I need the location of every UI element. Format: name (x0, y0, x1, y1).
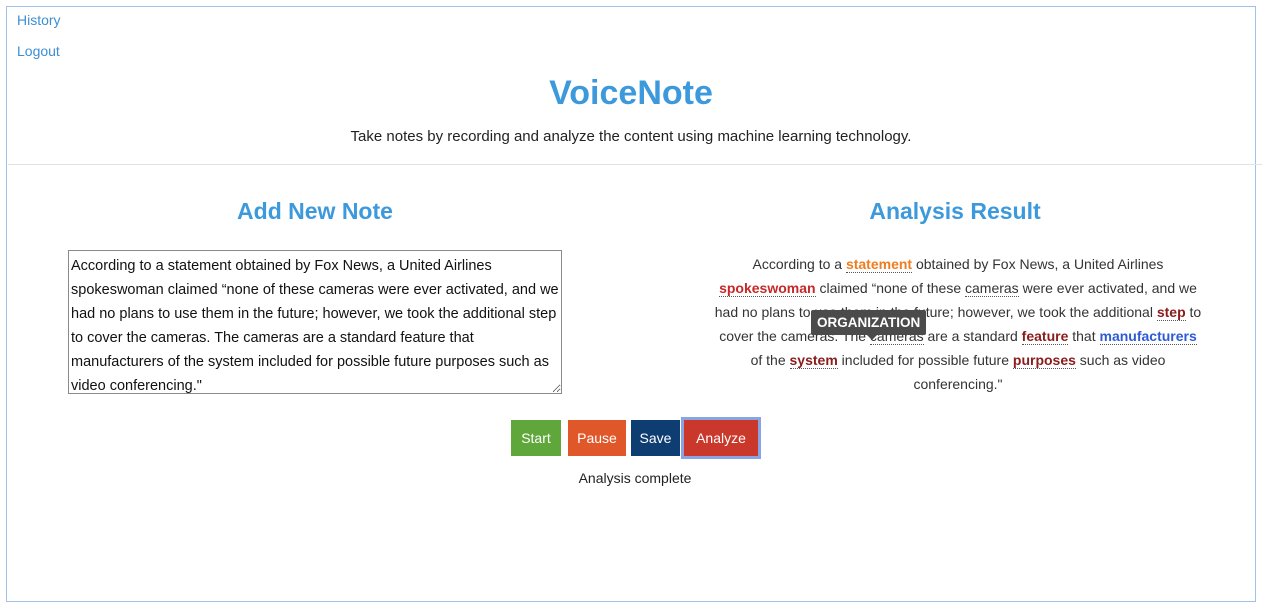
entity-highlight[interactable]: system (789, 352, 838, 369)
status-message: Analysis complete (578, 470, 692, 486)
header-divider (8, 164, 1262, 165)
add-note-title: Add New Note (237, 198, 393, 224)
entity-highlight[interactable]: cameras (965, 280, 1019, 297)
entity-highlight[interactable]: step (1156, 304, 1186, 321)
nav-logout-link[interactable]: Logout (17, 43, 60, 59)
entity-highlight[interactable]: feature (1021, 328, 1069, 345)
analysis-result-text: According to a statement obtained by Fox… (712, 252, 1204, 396)
entity-highlight[interactable]: statement (845, 256, 913, 273)
nav-history-link[interactable]: History (17, 12, 61, 28)
app-title: VoiceNote (549, 74, 713, 112)
note-textarea[interactable] (68, 250, 562, 394)
analysis-result-title: Analysis Result (869, 198, 1041, 224)
entity-highlight[interactable]: purposes (1012, 352, 1076, 369)
result-text-segment: of the (750, 352, 790, 368)
result-text-segment: are a standard (923, 328, 1022, 344)
app-subtitle: Take notes by recording and analyze the … (350, 128, 912, 145)
result-text-segment: claimed “none of these (815, 280, 965, 296)
entity-highlight[interactable]: manufacturers (1099, 328, 1197, 345)
result-text-segment: that (1068, 328, 1100, 344)
save-button[interactable]: Save (631, 420, 680, 456)
entity-type-tooltip: ORGANIZATION (811, 310, 927, 340)
pause-button[interactable]: Pause (568, 420, 626, 456)
result-text-segment: According to a (752, 256, 846, 272)
analyze-button[interactable]: Analyze (681, 417, 761, 459)
entity-highlight[interactable]: spokeswoman (719, 280, 816, 297)
result-text-segment: included for possible future (837, 352, 1013, 368)
result-text-segment: obtained by Fox News, a United Airlines (912, 256, 1164, 272)
start-button[interactable]: Start (511, 420, 561, 456)
